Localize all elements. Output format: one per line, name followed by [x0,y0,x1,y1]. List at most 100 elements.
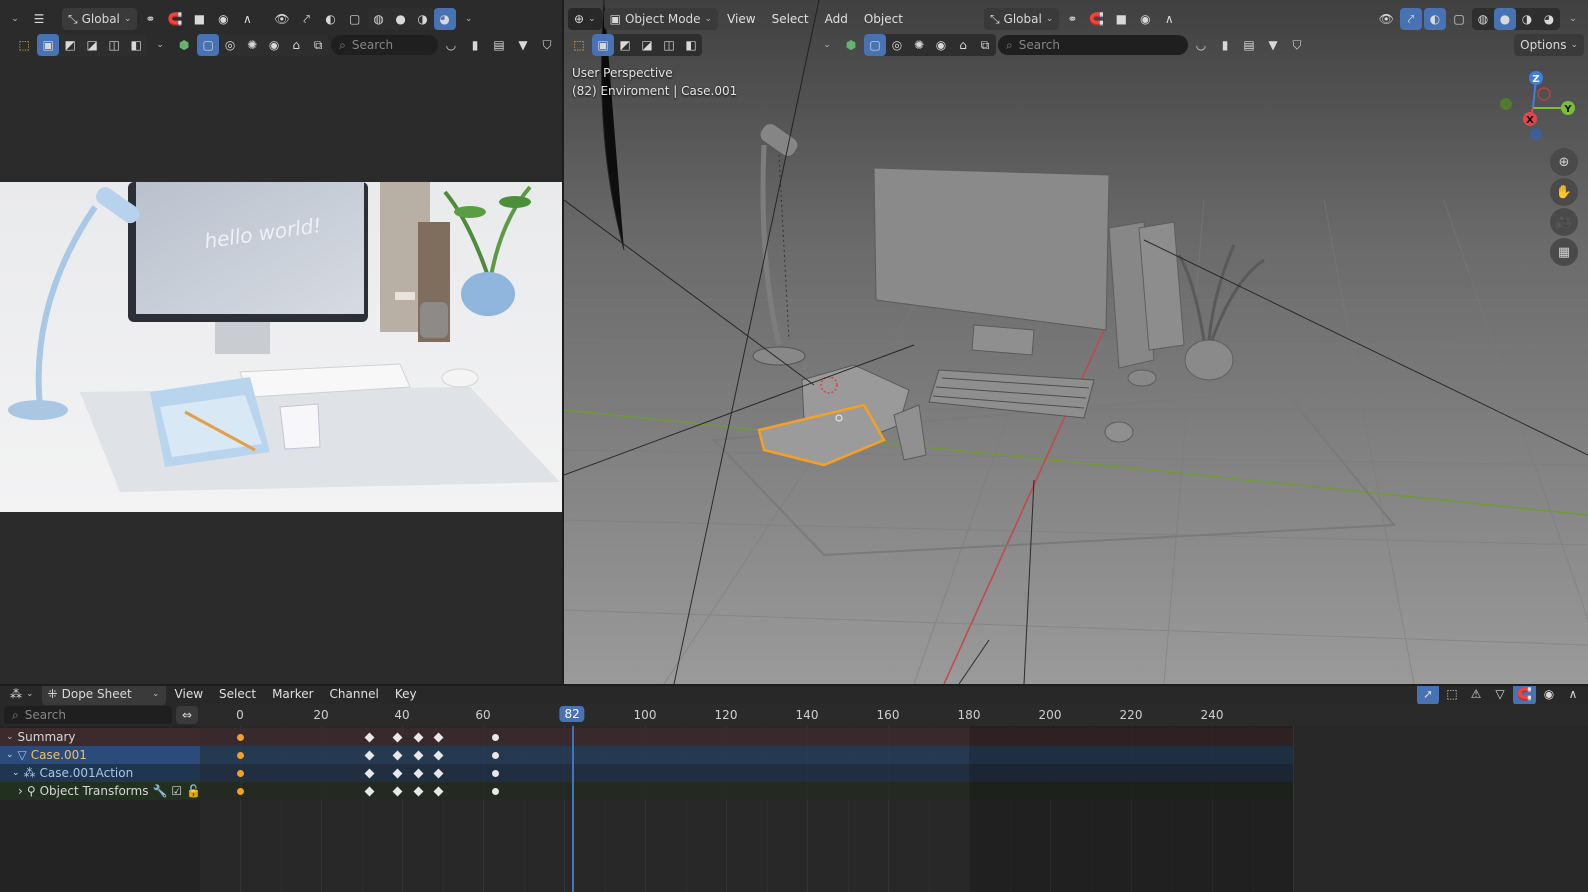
gizmo-toggle-icon[interactable]: ⤤ [1400,8,1422,30]
navigation-gizmo[interactable]: Z Y X [1488,66,1578,146]
bookmark-icon[interactable]: ▮ [1214,34,1236,56]
other-filter-icon[interactable]: ⧉ [307,34,329,56]
menu-object[interactable]: Object [857,8,910,30]
channel-action[interactable]: ⌄ ⁂ Case.001Action [0,764,200,782]
perspective-toggle-icon[interactable]: ▦ [1550,238,1578,266]
display-mode-icon[interactable]: ▤ [1238,34,1260,56]
keyframe-area[interactable] [200,726,1588,892]
camera-filter-icon[interactable]: ◉ [263,34,285,56]
funnel-icon[interactable]: ▼ [1262,34,1284,56]
snap-target-icon[interactable]: ■ [188,8,210,30]
shading-options-icon[interactable]: ⌄ [1562,8,1584,30]
menu-view[interactable]: View [168,686,210,705]
all-types-icon[interactable]: ⬢ [173,34,195,56]
select-intersect-icon[interactable]: ◧ [680,34,702,56]
wireframe-shading-icon[interactable]: ◍ [1472,8,1494,30]
select-invert-icon[interactable]: ◫ [103,34,125,56]
funnel-icon[interactable]: ▼ [512,34,534,56]
shield-icon[interactable]: ⛉ [1286,34,1308,56]
snap-icon[interactable]: 🧲 [1085,8,1108,30]
errors-only-icon[interactable]: ⚠ [1465,686,1487,705]
viewport-scene[interactable] [564,0,1588,684]
select-box-icon[interactable]: ⬚ [13,34,35,56]
mute-checkbox[interactable]: ☑ [171,784,182,798]
select-invert-icon[interactable]: ◫ [658,34,680,56]
select-extend-icon[interactable]: ◩ [59,34,81,56]
other-filter-icon[interactable]: ⧉ [974,34,996,56]
select-subtract-icon[interactable]: ◪ [81,34,103,56]
xray-toggle-icon[interactable]: ▢ [1448,8,1470,30]
filter-dropdown-icon[interactable]: ⌄ [149,34,171,56]
swap-icon[interactable]: ⇔ [176,706,198,724]
hamburger-menu-icon[interactable]: ☰ [28,8,50,30]
curve-filter-icon[interactable]: ◎ [219,34,241,56]
keyframe-marker[interactable] [236,769,244,777]
lock-icon[interactable]: 🔓 [186,784,201,798]
solid-shading-icon[interactable]: ● [390,8,412,30]
light-filter-icon[interactable]: ✺ [241,34,263,56]
filter-dropdown-icon[interactable]: ⌄ [816,34,838,56]
keyframe-marker[interactable] [491,733,499,741]
bookmark-icon[interactable]: ▮ [464,34,486,56]
wrench-icon[interactable]: 🔧 [152,784,167,798]
empty-filter-icon[interactable]: ⌂ [952,34,974,56]
left-search-input[interactable]: ⌕ Search [331,35,438,55]
menu-channel[interactable]: Channel [323,686,386,705]
rendered-shading-icon[interactable]: ◕ [1538,8,1560,30]
falloff-icon[interactable]: ∧ [1158,8,1180,30]
all-types-icon[interactable]: ⬢ [840,34,862,56]
menu-marker[interactable]: Marker [265,686,320,705]
menu-view[interactable]: View [720,8,762,30]
funnel-icon[interactable]: ▽ [1489,686,1511,705]
object-mode-dropdown[interactable]: ▣ Object Mode ⌄ [603,8,719,30]
proportional-edit-icon[interactable]: ◉ [1134,8,1156,30]
visibility-icon[interactable]: 👁 [270,8,293,30]
proportional-edit-icon[interactable]: ◉ [212,8,234,30]
keyframe-marker[interactable] [491,787,499,795]
keyframe-marker[interactable] [236,787,244,795]
zoom-icon[interactable]: ⊕ [1550,148,1578,176]
editor-type-dropdown[interactable]: ⌄ [4,8,26,30]
mesh-filter-icon[interactable]: ▢ [197,34,220,56]
overlay-toggle-icon[interactable]: ◐ [1424,8,1446,30]
channel-object[interactable]: ⌄ ▽ Case.001 [0,746,200,764]
channel-summary[interactable]: ⌄ Summary [0,728,200,746]
menu-key[interactable]: Key [388,686,424,705]
select-subtract-icon[interactable]: ◪ [636,34,658,56]
select-set-icon[interactable]: ▣ [37,34,60,56]
transform-orientation-dropdown[interactable]: ⤡ Global ⌄ [62,8,138,30]
keyframe-marker[interactable] [236,751,244,759]
falloff-icon[interactable]: ∧ [236,8,258,30]
menu-select[interactable]: Select [212,686,263,705]
curve-filter-icon[interactable]: ◎ [886,34,908,56]
playhead-line[interactable] [572,726,575,892]
pivot-point-icon[interactable]: ⚭ [139,8,161,30]
only-selected-icon[interactable]: ➚ [1417,686,1440,705]
auto-snap-icon[interactable]: 🧲 [1513,686,1536,705]
shading-options-icon[interactable]: ⌄ [458,8,480,30]
show-hidden-icon[interactable]: ⬚ [1441,686,1463,705]
display-mode-icon[interactable]: ▤ [488,34,510,56]
select-intersect-icon[interactable]: ◧ [125,34,147,56]
keyframe-marker[interactable] [236,733,244,741]
mesh-filter-icon[interactable]: ▢ [864,34,886,56]
pan-hand-icon[interactable]: ✋ [1550,178,1578,206]
camera-filter-icon[interactable]: ◉ [930,34,952,56]
select-extend-icon[interactable]: ◩ [614,34,636,56]
select-box-icon[interactable]: ⬚ [568,34,590,56]
falloff-icon[interactable]: ∧ [1562,686,1584,705]
select-set-icon[interactable]: ▣ [592,34,614,56]
snap-icon[interactable]: 🧲 [163,8,186,30]
overlay-toggle-icon[interactable]: ◐ [320,8,342,30]
editor-type-dropdown[interactable]: ⁂ ⌄ [4,686,40,705]
smooth-icon[interactable]: ◡ [1190,34,1212,56]
xray-toggle-icon[interactable]: ▢ [344,8,366,30]
visibility-icon[interactable]: 👁 [1375,8,1398,30]
proportional-edit-icon[interactable]: ◉ [1538,686,1560,705]
transform-orientation-dropdown[interactable]: ⤡ Global ⌄ [983,8,1060,30]
solid-shading-icon[interactable]: ● [1494,8,1516,30]
keyframe-marker[interactable] [491,751,499,759]
rendered-shading-icon[interactable]: ◕ [433,8,456,30]
options-dropdown[interactable]: Options ⌄ [1514,34,1584,56]
material-shading-icon[interactable]: ◑ [412,8,434,30]
